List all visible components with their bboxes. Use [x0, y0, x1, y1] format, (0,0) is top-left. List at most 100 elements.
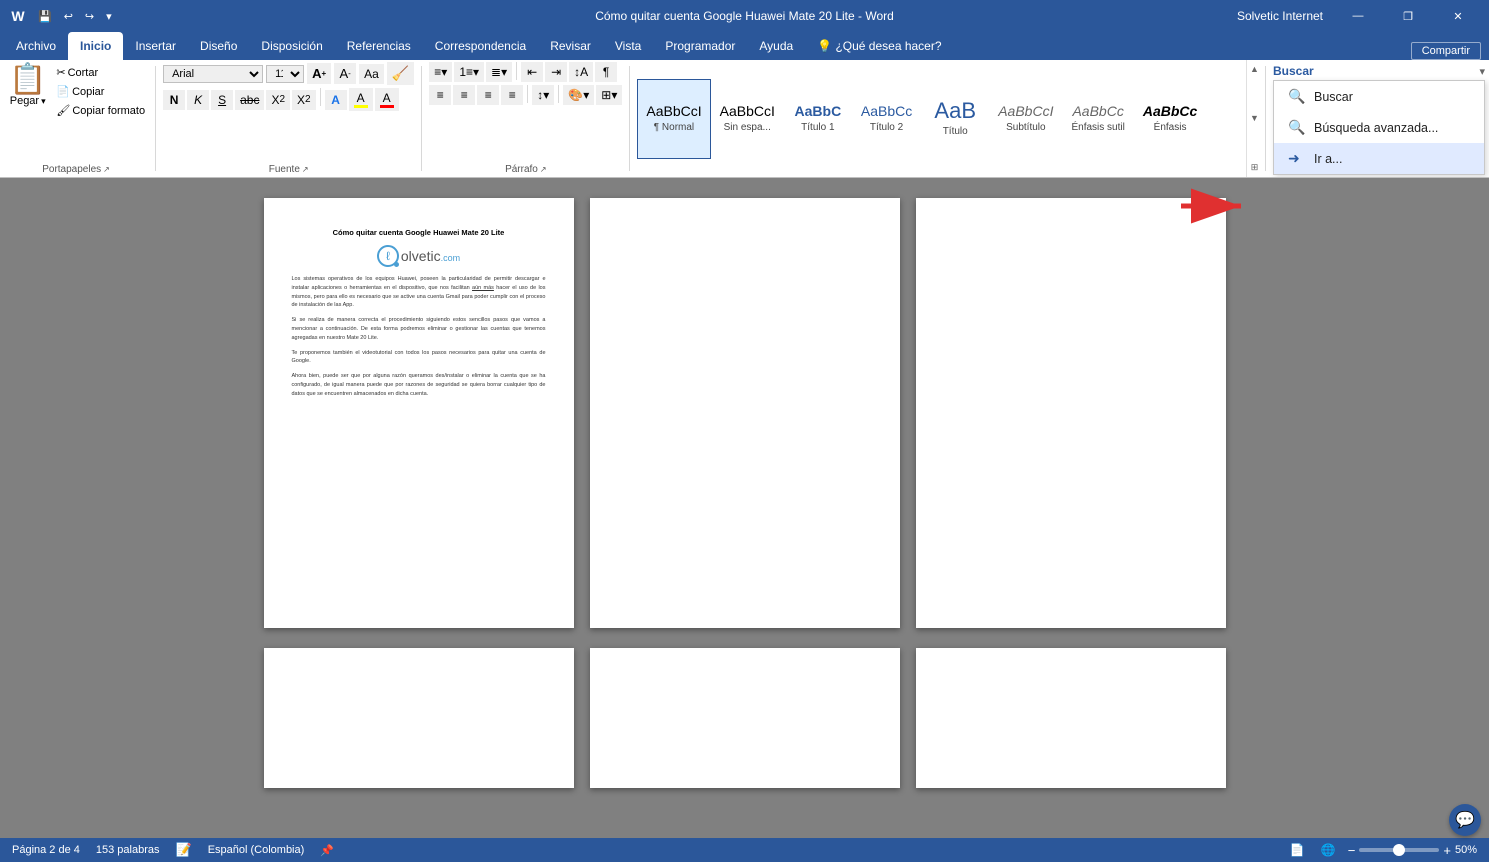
decrease-indent-button[interactable]: ⇤: [521, 62, 543, 82]
style-titulo1-preview: AaBbC: [795, 104, 842, 118]
shading-button[interactable]: 🎨▾: [563, 85, 594, 105]
clipboard-small-actions: ✂ Cortar 📄 Copiar 🖌 Copiar formato: [53, 62, 148, 119]
tab-diseno[interactable]: Diseño: [188, 32, 249, 60]
styles-scroll-up[interactable]: ▲: [1247, 62, 1262, 76]
tab-inicio[interactable]: Inicio: [68, 32, 123, 60]
app-window: W 💾 ↩ ↪ ▾ Cómo quitar cuenta Google Huaw…: [0, 0, 1489, 862]
bold-button[interactable]: N: [163, 90, 185, 110]
italic-button[interactable]: K: [187, 90, 209, 110]
highlight-color-button[interactable]: A: [349, 88, 373, 111]
tab-help-search[interactable]: 💡 ¿Qué desea hacer?: [805, 32, 953, 60]
close-button[interactable]: ✕: [1435, 0, 1481, 32]
styles-expand[interactable]: ⊞: [1247, 160, 1262, 175]
tab-archivo[interactable]: Archivo: [4, 32, 68, 60]
font-size-select[interactable]: 11: [266, 65, 304, 83]
zoom-slider[interactable]: [1359, 848, 1439, 852]
text-effects-button[interactable]: A: [325, 90, 347, 110]
find-option-buscar[interactable]: 🔍 Buscar: [1274, 81, 1484, 112]
tab-programador[interactable]: Programador: [653, 32, 747, 60]
font-color-button[interactable]: A: [375, 88, 399, 111]
group-fuente: Arial 11 A+ A- Aа 🧹 N K S abc X2 X2: [159, 60, 418, 177]
find-option-goto[interactable]: ➜ Ir a...: [1274, 143, 1484, 174]
format-painter-button[interactable]: 🖌 Copiar formato: [53, 102, 148, 119]
style-titulo2[interactable]: AaBbCc Título 2: [852, 79, 921, 159]
copy-button[interactable]: 📄 Copiar: [53, 83, 148, 100]
style-normal-label: ¶ Normal: [654, 122, 694, 133]
zoom-in-button[interactable]: +: [1443, 843, 1451, 858]
style-titulo[interactable]: AaB Título: [921, 79, 989, 159]
find-option-advanced[interactable]: 🔍 Búsqueda avanzada...: [1274, 112, 1484, 143]
subscript-button[interactable]: X2: [266, 90, 290, 110]
strikethrough-button[interactable]: abc: [235, 90, 264, 110]
tab-disposicion[interactable]: Disposición: [249, 32, 334, 60]
goto-icon: ➜: [1288, 150, 1304, 167]
tab-revisar[interactable]: Revisar: [538, 32, 603, 60]
fuente-divider: [320, 88, 321, 106]
align-center-button[interactable]: ≡: [453, 85, 475, 105]
parrafo-group-label[interactable]: Párrafo ↗: [505, 162, 547, 175]
style-sin-espaciado[interactable]: AaBbCcI Sin espa...: [711, 79, 784, 159]
para-divider-1: [516, 62, 517, 80]
style-enfasis-sutil-preview: AaBbCc: [1072, 104, 1123, 118]
find-dropdown-button[interactable]: ▾: [1479, 65, 1485, 78]
tab-vista[interactable]: Vista: [603, 32, 653, 60]
web-layout-view-button[interactable]: 🌐: [1317, 841, 1340, 859]
language-icon[interactable]: 📌: [320, 844, 334, 857]
ribbon-tabs: Archivo Inicio Insertar Diseño Disposici…: [0, 32, 1489, 60]
justify-button[interactable]: ≡: [501, 85, 523, 105]
tab-ayuda[interactable]: Ayuda: [747, 32, 805, 60]
restore-button[interactable]: ❐: [1385, 0, 1431, 32]
change-case-button[interactable]: Aа: [359, 64, 384, 84]
line-spacing-button[interactable]: ↕▾: [532, 85, 554, 105]
redo-button[interactable]: ↪: [81, 8, 98, 25]
style-titulo2-preview: AaBbCc: [861, 104, 912, 118]
bullets-button[interactable]: ≡▾: [429, 62, 452, 82]
show-marks-button[interactable]: ¶: [595, 62, 617, 82]
align-right-button[interactable]: ≡: [477, 85, 499, 105]
divider-3: [629, 66, 630, 171]
style-enfasis-sutil-label: Énfasis sutil: [1071, 122, 1124, 133]
list-row: ≡▾ 1≡▾ ≣▾ ⇤ ⇥ ↕A ¶: [429, 62, 617, 82]
paste-button[interactable]: 📋 Pegar▾: [4, 62, 51, 110]
logo-circle-icon: ℓ: [377, 245, 399, 267]
underline-button[interactable]: S: [211, 90, 233, 110]
portapapeles-group-label[interactable]: Portapapeles ↗: [42, 162, 110, 175]
numbering-button[interactable]: 1≡▾: [454, 62, 484, 82]
undo-button[interactable]: ↩: [60, 8, 77, 25]
fuente-group-label[interactable]: Fuente ↗: [269, 162, 309, 175]
styles-scroll-down[interactable]: ▼: [1247, 111, 1262, 125]
align-left-button[interactable]: ≡: [429, 85, 451, 105]
tab-insertar[interactable]: Insertar: [123, 32, 188, 60]
parrafo-expand-icon[interactable]: ↗: [540, 165, 547, 174]
increase-indent-button[interactable]: ⇥: [545, 62, 567, 82]
clear-format-button[interactable]: 🧹: [387, 62, 414, 85]
zoom-out-button[interactable]: −: [1348, 843, 1356, 858]
sort-button[interactable]: ↕A: [569, 62, 593, 82]
save-button[interactable]: 💾: [34, 8, 56, 25]
find-group: Buscar ▾ 🔍 Buscar 🔍 Búsqueda avanzada...…: [1269, 60, 1489, 177]
font-family-select[interactable]: Arial: [163, 65, 263, 83]
proofing-icon[interactable]: 📝: [176, 842, 192, 858]
borders-button[interactable]: ⊞▾: [596, 85, 622, 105]
style-titulo1[interactable]: AaBbC Título 1: [784, 79, 852, 159]
portapapeles-expand-icon[interactable]: ↗: [103, 165, 110, 174]
minimize-button[interactable]: —: [1335, 0, 1381, 32]
style-enfasis[interactable]: AaBbCc Énfasis: [1134, 79, 1206, 159]
superscript-button[interactable]: X2: [292, 90, 316, 110]
page-row-1: Cómo quitar cuenta Google Huawei Mate 20…: [264, 198, 1226, 628]
tab-referencias[interactable]: Referencias: [335, 32, 423, 60]
tab-correspondencia[interactable]: Correspondencia: [423, 32, 538, 60]
cut-button[interactable]: ✂ Cortar: [53, 64, 148, 81]
style-subtitulo[interactable]: AaBbCcI Subtítulo: [989, 79, 1062, 159]
print-layout-view-button[interactable]: 📄: [1286, 841, 1309, 859]
fuente-expand-icon[interactable]: ↗: [302, 165, 309, 174]
share-button[interactable]: Compartir: [1411, 42, 1481, 60]
style-normal[interactable]: AaBbCcI ¶ Normal: [637, 79, 710, 159]
find-dropdown-menu: 🔍 Buscar 🔍 Búsqueda avanzada... ➜ Ir a..…: [1273, 80, 1485, 175]
style-enfasis-sutil[interactable]: AaBbCc Énfasis sutil: [1062, 79, 1133, 159]
decrease-font-button[interactable]: A-: [334, 63, 356, 84]
increase-font-button[interactable]: A+: [307, 63, 331, 84]
multilevel-list-button[interactable]: ≣▾: [486, 62, 512, 82]
customize-quick-access-button[interactable]: ▾: [102, 8, 116, 25]
chat-button[interactable]: 💬: [1449, 804, 1481, 836]
